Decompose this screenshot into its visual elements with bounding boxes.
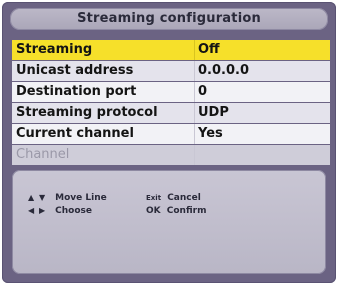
- menu-row-channel: Channel: [12, 145, 330, 165]
- hint-label: Move Line: [55, 193, 107, 203]
- left-right-arrow-icon: ◀ ▶: [28, 206, 47, 215]
- row-divider: [194, 61, 195, 81]
- menu-row-streaming[interactable]: Streaming Off: [12, 40, 330, 60]
- hint-confirm: OK Confirm: [146, 205, 206, 217]
- row-divider: [194, 82, 195, 102]
- row-value: Off: [198, 42, 220, 57]
- row-label: Unicast address: [16, 63, 134, 78]
- row-divider: [194, 124, 195, 144]
- hint-cancel: Exit Cancel: [146, 192, 201, 204]
- hint-label: Cancel: [167, 193, 201, 203]
- row-label: Current channel: [16, 126, 134, 141]
- row-value: 0: [198, 84, 208, 99]
- hint-label: Confirm: [166, 206, 207, 216]
- menu-row-streaming-protocol[interactable]: Streaming protocol UDP: [12, 103, 330, 123]
- row-label: Streaming: [16, 42, 93, 57]
- hint-label: Choose: [55, 206, 92, 216]
- row-label: Destination port: [16, 84, 137, 99]
- row-divider: [194, 103, 195, 123]
- hint-move-line: ▲ ▼ Move Line: [28, 192, 107, 204]
- ok-key: OK: [146, 206, 161, 216]
- menu-row-destination-port[interactable]: Destination port 0: [12, 82, 330, 102]
- menu-row-current-channel[interactable]: Current channel Yes: [12, 124, 330, 144]
- dialog-frame: Streaming configuration Streaming Off Un…: [2, 2, 336, 283]
- row-divider: [194, 145, 195, 165]
- menu-row-unicast-address[interactable]: Unicast address 0.0.0.0: [12, 61, 330, 81]
- row-value: Yes: [198, 126, 223, 141]
- hint-choose: ◀ ▶ Choose: [28, 205, 92, 217]
- key-help-panel: ▲ ▼ Move Line ◀ ▶ Choose Exit Cancel OK …: [12, 170, 326, 274]
- row-value: 0.0.0.0: [198, 63, 249, 78]
- row-label: Streaming protocol: [16, 105, 158, 120]
- row-value: UDP: [198, 105, 229, 120]
- up-down-arrow-icon: ▲ ▼: [28, 193, 47, 202]
- dialog-title: Streaming configuration: [10, 8, 328, 30]
- row-label: Channel: [16, 147, 70, 162]
- exit-key: Exit: [146, 194, 162, 202]
- row-divider: [194, 40, 195, 60]
- settings-menu: Streaming Off Unicast address 0.0.0.0 De…: [12, 40, 330, 166]
